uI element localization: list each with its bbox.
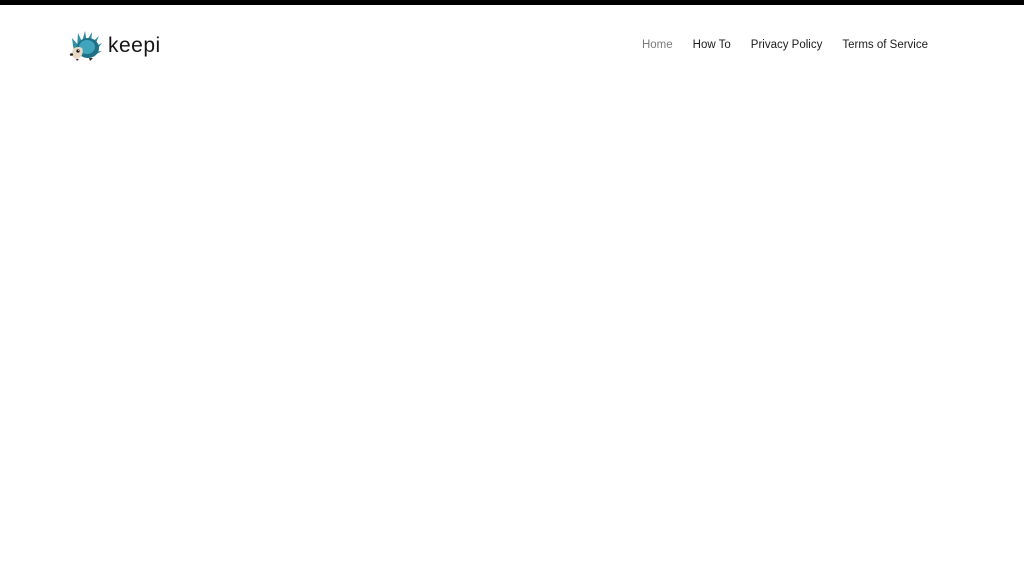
nav-link-terms-of-service[interactable]: Terms of Service — [842, 39, 928, 51]
nav-link-home[interactable]: Home — [642, 39, 673, 51]
brand-logo-link[interactable]: keepi — [69, 30, 161, 62]
brand-name: keepi — [108, 34, 161, 57]
nav-link-how-to[interactable]: How To — [693, 39, 731, 51]
hedgehog-icon — [69, 31, 102, 61]
site-header: keepi Home How To Privacy Policy Terms o… — [0, 5, 1024, 87]
main-nav: Home How To Privacy Policy Terms of Serv… — [642, 39, 928, 51]
page-content — [0, 87, 1024, 576]
nav-link-privacy-policy[interactable]: Privacy Policy — [751, 39, 823, 51]
